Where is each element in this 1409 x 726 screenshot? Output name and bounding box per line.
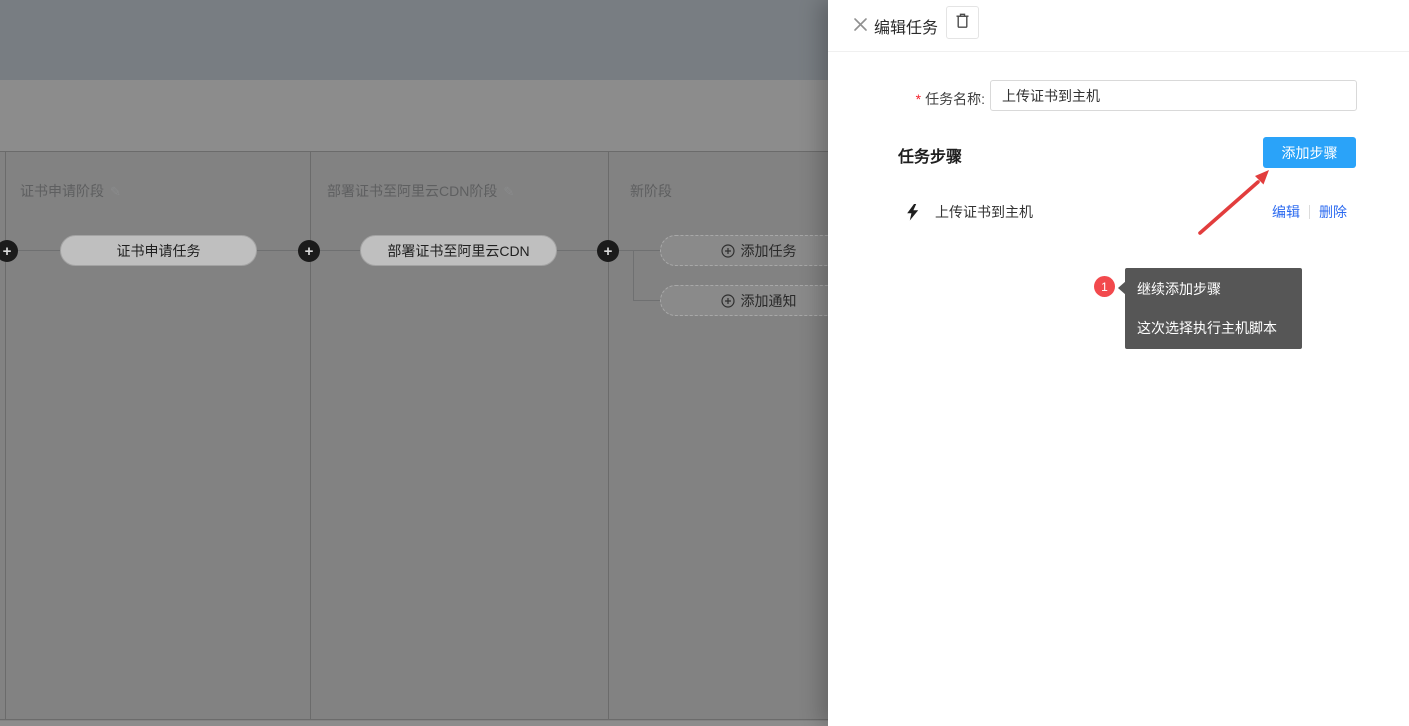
stage-title-1: 证书申请阶段 ✎ — [20, 181, 121, 201]
task-node-label: 部署证书至阿里云CDN — [387, 241, 529, 261]
drawer-title: 编辑任务 — [874, 14, 938, 38]
add-stage-button[interactable]: + — [597, 240, 619, 262]
canvas-bottom-strip — [0, 721, 828, 726]
stage-column-border — [5, 152, 6, 720]
stage-title-text: 部署证书至阿里云CDN阶段 — [327, 183, 497, 199]
add-task-label: 添加任务 — [741, 241, 797, 261]
plus-icon: + — [305, 244, 314, 259]
close-icon[interactable] — [847, 11, 873, 37]
tooltip-text-line1: 继续添加步骤 — [1137, 279, 1290, 299]
edit-step-link[interactable]: 编辑 — [1272, 202, 1300, 222]
stage-column-border — [310, 152, 311, 720]
task-name-label-text: 任务名称: — [925, 91, 985, 107]
circle-plus-icon — [721, 294, 735, 308]
circle-plus-icon — [721, 244, 735, 258]
add-notification-label: 添加通知 — [741, 291, 797, 311]
step-name: 上传证书到主机 — [935, 202, 1033, 222]
lightning-icon — [906, 204, 919, 221]
edit-task-drawer: 编辑任务 *任务名称: 任务步骤 添加步骤 上传证书到主机 编辑 删除 — [828, 0, 1409, 726]
add-step-button[interactable]: 添加步骤 — [1263, 137, 1356, 168]
task-steps-heading: 任务步骤 — [898, 143, 962, 167]
app-root: 证书申请阶段 ✎ 部署证书至阿里云CDN阶段 ✎ 新阶段 证书申请任务 部署证书至阿… — [0, 0, 1409, 726]
task-node-cert-request[interactable]: 证书申请任务 — [60, 235, 257, 266]
step-item: 上传证书到主机 编辑 删除 — [898, 197, 1347, 227]
task-name-input[interactable] — [990, 80, 1357, 111]
tooltip-notch-icon — [1118, 281, 1126, 295]
required-asterisk: * — [916, 91, 921, 107]
stage-title-text: 新阶段 — [630, 183, 672, 199]
stage-title-2: 部署证书至阿里云CDN阶段 ✎ — [327, 181, 514, 201]
plus-icon: + — [604, 244, 613, 259]
pipeline-branch-line — [633, 300, 660, 301]
pipeline-canvas: 证书申请阶段 ✎ 部署证书至阿里云CDN阶段 ✎ 新阶段 证书申请任务 部署证书至阿… — [0, 0, 828, 726]
edit-stage-icon[interactable]: ✎ — [110, 184, 121, 200]
action-separator — [1309, 205, 1310, 219]
step-actions: 编辑 删除 — [1272, 202, 1347, 222]
delete-task-button[interactable] — [946, 6, 979, 39]
plus-icon: + — [3, 244, 12, 259]
drawer-header: 编辑任务 — [828, 0, 1409, 52]
trash-icon — [955, 13, 970, 32]
task-node-label: 证书申请任务 — [117, 241, 201, 261]
tooltip-text-line2: 这次选择执行主机脚本 — [1137, 318, 1290, 338]
task-node-deploy-cdn[interactable]: 部署证书至阿里云CDN — [360, 235, 557, 266]
stage-column-border — [608, 152, 609, 720]
stage-title-3: 新阶段 — [630, 181, 672, 201]
guide-step-badge: 1 — [1094, 276, 1115, 297]
add-stage-button[interactable]: + — [298, 240, 320, 262]
guide-tooltip: 继续添加步骤 这次选择执行主机脚本 — [1125, 268, 1302, 349]
pipeline-branch-line — [633, 250, 634, 301]
stage-title-text: 证书申请阶段 — [20, 183, 104, 199]
delete-step-link[interactable]: 删除 — [1319, 202, 1347, 222]
edit-stage-icon[interactable]: ✎ — [503, 184, 514, 200]
toolbar-dimmed — [0, 80, 828, 151]
task-name-label: *任务名称: — [828, 89, 985, 109]
page-header-dimmed — [0, 0, 828, 80]
